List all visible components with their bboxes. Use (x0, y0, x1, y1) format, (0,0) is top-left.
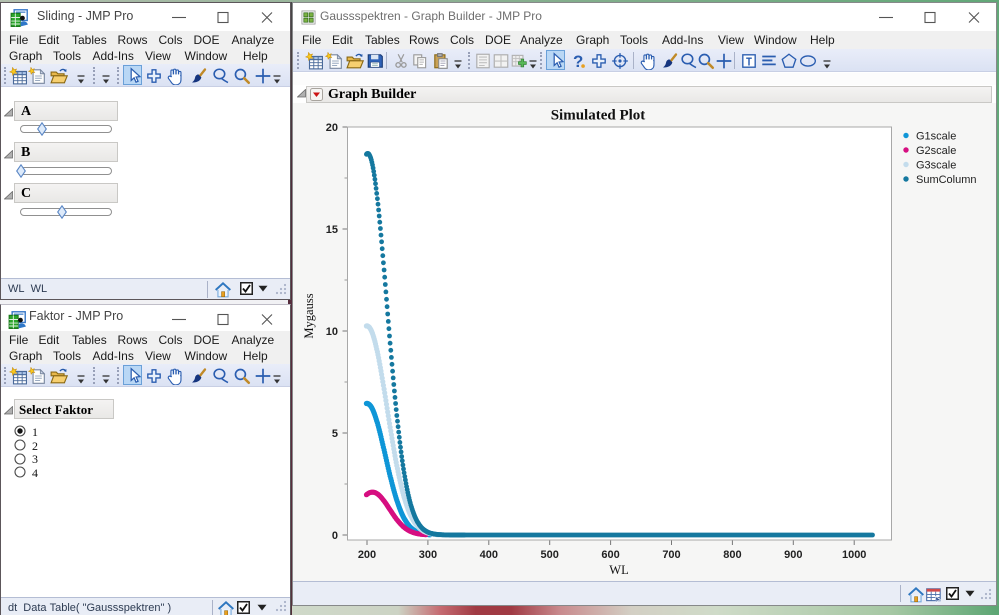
svg-text:5: 5 (332, 428, 338, 440)
svg-text:800: 800 (723, 549, 741, 561)
svg-text:500: 500 (541, 549, 559, 561)
svg-text:600: 600 (601, 549, 619, 561)
svg-text:10: 10 (326, 326, 338, 338)
svg-text:20: 20 (326, 122, 338, 134)
svg-text:SumColumn: SumColumn (916, 174, 977, 186)
svg-text:Mygauss: Mygauss (302, 293, 316, 338)
svg-text:200: 200 (358, 549, 376, 561)
svg-text:700: 700 (662, 549, 680, 561)
svg-text:WL: WL (609, 563, 628, 577)
svg-text:1000: 1000 (842, 549, 866, 561)
svg-text:15: 15 (326, 224, 338, 236)
svg-text:0: 0 (332, 530, 338, 542)
svg-text:?: ? (573, 52, 583, 70)
svg-text:G2scale: G2scale (916, 145, 956, 157)
svg-text:G3scale: G3scale (916, 159, 956, 171)
svg-text:900: 900 (784, 549, 802, 561)
svg-text:400: 400 (480, 549, 498, 561)
svg-text:G1scale: G1scale (916, 130, 956, 142)
svg-text:Simulated Plot: Simulated Plot (551, 108, 646, 124)
svg-text:300: 300 (419, 549, 437, 561)
